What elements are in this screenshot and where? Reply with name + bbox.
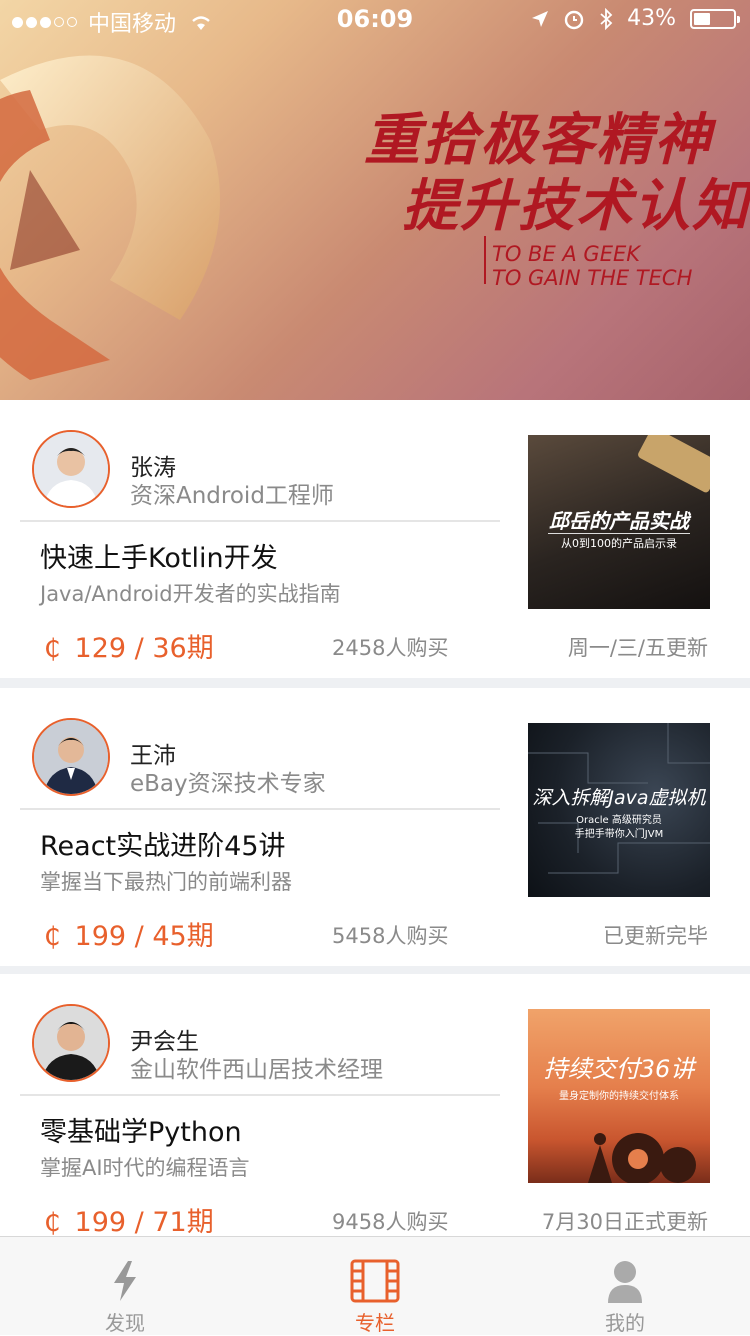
cover-title: 深入拆解Java虚拟机	[532, 787, 706, 809]
slogan-line-1: 重拾极客精神	[364, 108, 712, 173]
price: ₵ 199 / 45期	[44, 914, 214, 953]
cover-object-image	[636, 435, 710, 494]
avatar-image	[34, 1006, 108, 1080]
avatar[interactable]	[32, 430, 110, 508]
avatar-image	[34, 432, 108, 506]
cover-title: 邱岳的产品实战	[549, 509, 689, 533]
cover-subtitle: Oracle 高级研究员	[576, 815, 662, 826]
cover-subtitle-2: 手把手带你入门JVM	[574, 829, 664, 840]
course-title[interactable]: React实战进阶45讲	[40, 824, 286, 863]
tab-label: 专栏	[355, 1311, 395, 1335]
course-card[interactable]: 王沛 eBay资深技术专家 React实战进阶45讲 掌握当下最热门的前端利器 …	[0, 688, 750, 966]
author-title: 金山软件西山居技术经理	[130, 1057, 383, 1083]
circuit-image	[528, 723, 710, 874]
course-card[interactable]: 张涛 资深Android工程师 快速上手Kotlin开发 Java/Androi…	[0, 400, 750, 678]
cover-divider	[548, 533, 690, 534]
avatar[interactable]	[32, 718, 110, 796]
bluetooth-icon	[600, 7, 613, 30]
tab-label: 发现	[105, 1311, 145, 1335]
author-title: 资深Android工程师	[130, 483, 334, 509]
update-schedule: 周一/三/五更新	[567, 636, 708, 660]
divider	[20, 1094, 500, 1096]
update-schedule: 7月30日正式更新	[541, 1210, 708, 1234]
alarm-icon	[564, 10, 584, 29]
course-card[interactable]: 尹会生 金山软件西山居技术经理 零基础学Python 掌握AI时代的编程语言 ₵…	[0, 974, 750, 1236]
buyer-count: 5458人购买	[332, 924, 449, 948]
location-arrow-icon	[532, 10, 549, 27]
banner-slogan: 重拾极客精神 提升技术认知	[364, 108, 750, 240]
tab-label: 我的	[605, 1311, 645, 1335]
film-icon	[350, 1259, 400, 1303]
status-right: 43%	[531, 6, 740, 31]
course-title[interactable]: 快速上手Kotlin开发	[40, 536, 278, 575]
slogan-divider	[484, 236, 486, 284]
coin-icon: ₵	[44, 922, 61, 952]
divider	[20, 808, 500, 810]
person-icon	[608, 1261, 642, 1303]
divider	[20, 520, 500, 522]
price: ₵ 129 / 36期	[44, 626, 214, 665]
coin-icon: ₵	[44, 634, 61, 664]
course-cover[interactable]: 持续交付36讲 量身定制你的持续交付体系	[528, 1009, 710, 1183]
cover-subtitle: 量身定制你的持续交付体系	[559, 1091, 679, 1102]
battery-fill	[694, 12, 710, 25]
buyer-count: 9458人购买	[332, 1210, 449, 1234]
cover-subtitle: 从0到100的产品启示录	[561, 537, 677, 550]
tab-mine[interactable]: 我的	[500, 1237, 750, 1335]
status-bar: 中国移动 06:09 43%	[0, 0, 750, 40]
tab-discover[interactable]: 发现	[0, 1237, 250, 1335]
battery-percent: 43%	[627, 6, 676, 31]
course-description: 掌握AI时代的编程语言	[40, 1156, 250, 1180]
english-line-1: TO BE A GEEK	[492, 242, 641, 266]
course-description: Java/Android开发者的实战指南	[40, 582, 341, 606]
course-cover[interactable]: 邱岳的产品实战 从0到100的产品启示录	[528, 435, 710, 609]
banner-english: TO BE A GEEK TO GAIN THE TECH	[492, 242, 692, 290]
course-cover[interactable]: 深入拆解Java虚拟机 Oracle 高级研究员 手把手带你入门JVM	[528, 723, 710, 897]
price-value: 199 / 71期	[74, 1207, 214, 1236]
price-value: 199 / 45期	[74, 921, 214, 952]
author-title: eBay资深技术专家	[130, 771, 326, 797]
battery-icon	[690, 8, 740, 29]
geek-logo-image	[0, 55, 220, 380]
course-title[interactable]: 零基础学Python	[40, 1110, 242, 1149]
tab-bar: 发现 专栏 我的	[0, 1236, 750, 1335]
avatar-image	[34, 720, 108, 794]
update-schedule: 已更新完毕	[603, 924, 708, 948]
lightning-icon	[114, 1261, 136, 1301]
course-list[interactable]: 张涛 资深Android工程师 快速上手Kotlin开发 Java/Androi…	[0, 400, 750, 1236]
avatar[interactable]	[32, 1004, 110, 1082]
buyer-count: 2458人购买	[332, 636, 449, 660]
price-value: 129 / 36期	[74, 633, 214, 664]
tab-columns[interactable]: 专栏	[250, 1237, 500, 1335]
course-description: 掌握当下最热门的前端利器	[40, 870, 292, 894]
english-line-2: TO GAIN THE TECH	[492, 266, 693, 290]
banner[interactable]: 重拾极客精神 提升技术认知 TO BE A GEEK TO GAIN THE T…	[0, 0, 750, 400]
price: ₵ 199 / 71期	[44, 1200, 214, 1236]
coin-icon: ₵	[44, 1208, 61, 1236]
cover-title: 持续交付36讲	[543, 1055, 695, 1083]
slogan-line-2: 提升技术认知	[402, 174, 750, 239]
